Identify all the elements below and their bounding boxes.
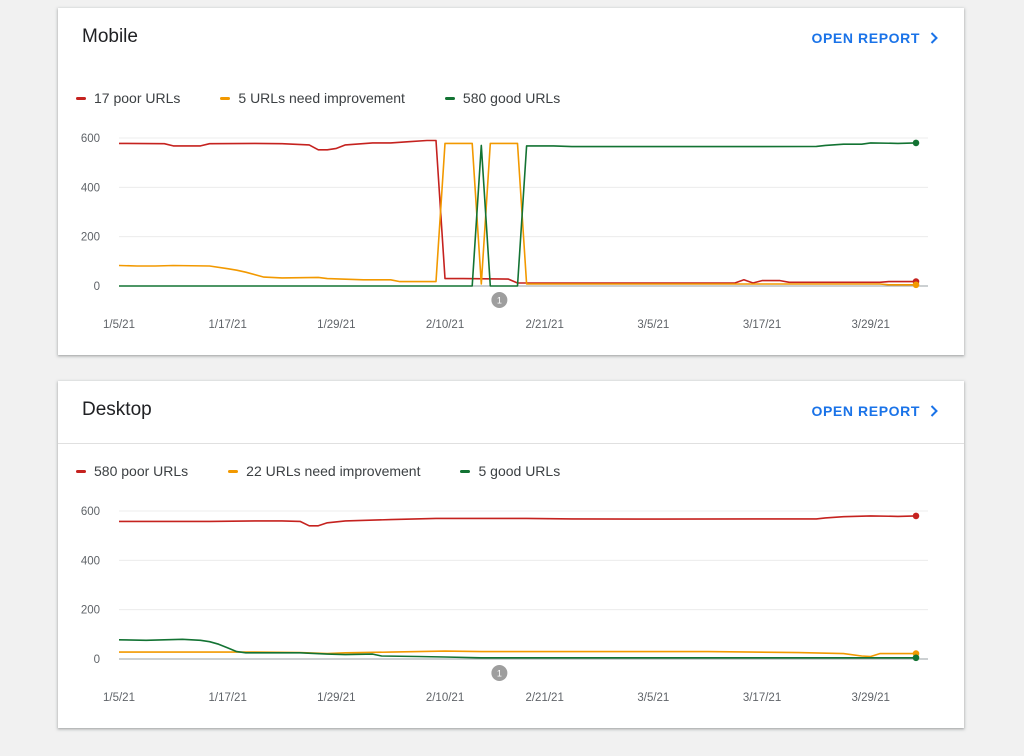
x-tick-label: 2/21/21	[525, 319, 563, 331]
x-tick-label: 1/29/21	[317, 692, 355, 704]
desktop-card: Desktop OPEN REPORT 580 poor URLs 22 URL…	[58, 381, 964, 728]
x-tick-label: 1/5/21	[103, 692, 135, 704]
x-tick-label: 1/5/21	[103, 319, 135, 331]
x-tick-label: 2/10/21	[426, 319, 464, 331]
x-tick-label: 1/17/21	[208, 319, 246, 331]
series-line-0	[119, 515, 917, 527]
mobile-card: Mobile OPEN REPORT 17 poor URLs 5 URLs n…	[58, 8, 964, 355]
x-tick-label: 3/17/21	[743, 319, 781, 331]
series-line-0	[118, 139, 916, 284]
x-tick-label: 3/29/21	[852, 692, 890, 704]
annotation-label: 1	[497, 295, 502, 305]
x-tick-label: 1/29/21	[317, 319, 355, 331]
x-tick-label: 2/21/21	[525, 692, 563, 704]
x-tick-label: 1/17/21	[208, 692, 246, 704]
series-end-point	[912, 654, 920, 662]
series-line-2	[118, 638, 916, 659]
mobile-line-chart[interactable]: 0 200 400 600 1/5/21 1/17/21 1/29/21 2/10/21 2/2…	[58, 8, 964, 355]
x-tick-label: 2/10/21	[426, 692, 464, 704]
series-end-point	[912, 281, 920, 289]
y-tick-label: 400	[81, 182, 100, 194]
x-tick-label: 3/5/21	[637, 319, 669, 331]
y-tick-label: 200	[81, 605, 100, 617]
desktop-line-chart[interactable]: 0 200 400 600 1/5/21 1/17/21 1/29/21 2/10/21 2/2…	[58, 381, 964, 728]
series-end-point	[912, 139, 920, 147]
x-tick-label: 3/29/21	[852, 319, 890, 331]
y-tick-label: 0	[94, 281, 100, 293]
y-tick-label: 200	[81, 232, 100, 244]
series-end-point	[912, 512, 920, 520]
series-line-1	[118, 142, 916, 286]
y-tick-label: 400	[81, 555, 100, 567]
y-tick-label: 600	[81, 506, 100, 518]
y-tick-label: 600	[81, 133, 100, 145]
y-tick-label: 0	[94, 654, 100, 666]
series-line-2	[119, 142, 917, 287]
x-tick-label: 3/17/21	[743, 692, 781, 704]
annotation-label: 1	[497, 668, 502, 678]
x-tick-label: 3/5/21	[637, 692, 669, 704]
